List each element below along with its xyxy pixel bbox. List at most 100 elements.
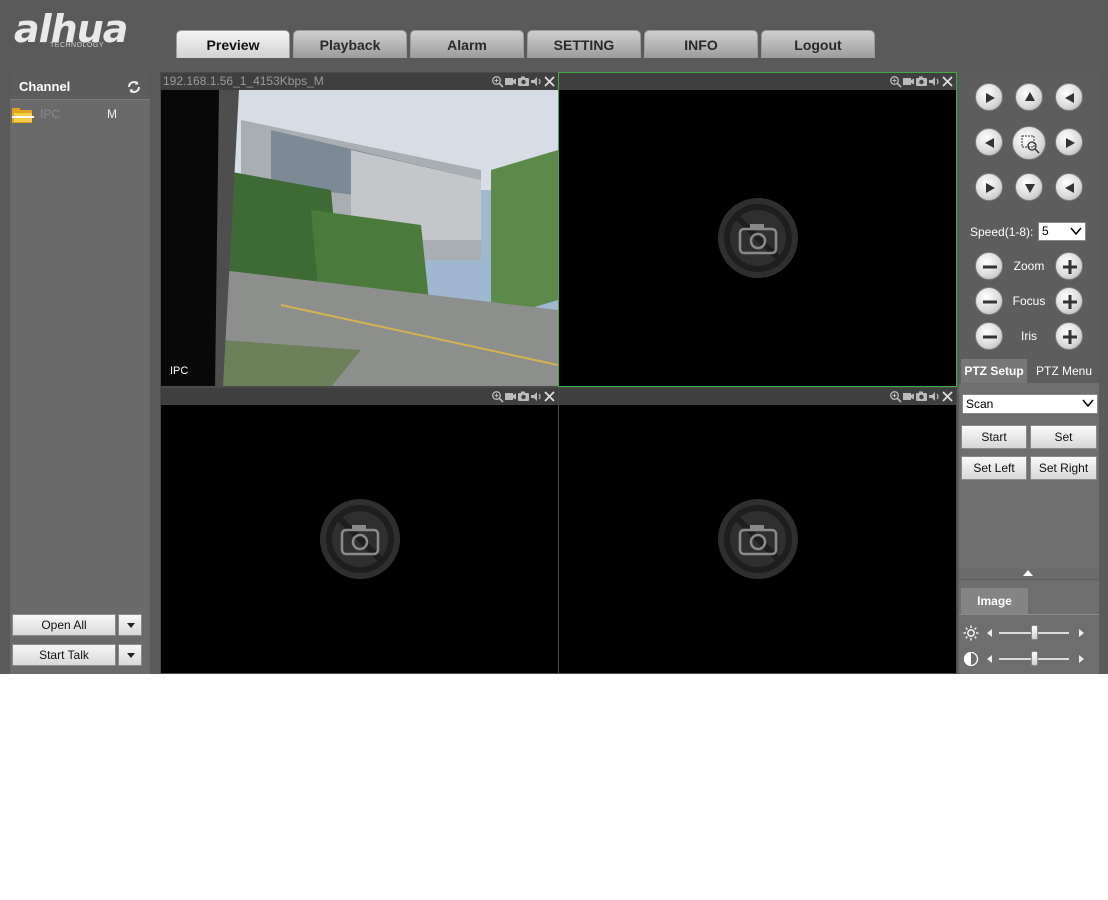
focus-label: Focus — [1012, 294, 1046, 308]
contrast-decrease-arrow[interactable] — [987, 655, 992, 663]
video-feed[interactable]: IPC — [161, 90, 558, 386]
contrast-increase-arrow[interactable] — [1079, 655, 1084, 663]
channel-name: IPC — [40, 107, 61, 121]
chevron-down-icon — [1070, 227, 1082, 236]
contrast-icon — [963, 651, 979, 667]
zoom-icon[interactable] — [491, 390, 504, 403]
ptz-down-button[interactable] — [1015, 173, 1043, 201]
ptz-down-left-button[interactable] — [975, 173, 1003, 201]
open-all-control: Open All — [12, 614, 142, 636]
chevron-down-icon — [1082, 399, 1094, 408]
record-icon[interactable] — [902, 75, 915, 88]
tab-image[interactable]: Image — [961, 588, 1028, 614]
no-camera-icon — [717, 498, 799, 580]
ptz-up-left-button[interactable] — [975, 83, 1003, 111]
speed-value: 5 — [1042, 224, 1049, 238]
pane-icons — [889, 75, 954, 88]
snapshot-icon[interactable] — [517, 390, 530, 403]
collapse-toggle[interactable] — [959, 569, 1099, 579]
divider — [959, 614, 1099, 615]
brightness-increase-arrow[interactable] — [1079, 629, 1084, 637]
video-feed[interactable] — [559, 405, 956, 673]
ptz-left-button[interactable] — [975, 128, 1003, 156]
ptz-tabs: PTZ Setup PTZ Menu — [959, 359, 1099, 383]
contrast-row — [959, 650, 1099, 668]
arrow-down-right-icon — [1065, 183, 1074, 193]
video-pane-3[interactable] — [160, 387, 559, 674]
channel-item[interactable]: IPC M — [10, 102, 150, 124]
ptz-mode-value: Scan — [966, 397, 994, 411]
tab-logout[interactable]: Logout — [761, 30, 875, 58]
pane-icons — [889, 390, 954, 403]
arrow-down-icon — [1025, 184, 1035, 193]
snapshot-icon[interactable] — [517, 75, 530, 88]
plus-icon — [1063, 260, 1077, 274]
brightness-slider-thumb[interactable] — [1031, 625, 1038, 640]
ptz-mode-select[interactable]: Scan — [962, 394, 1098, 414]
contrast-slider-thumb[interactable] — [1031, 651, 1038, 666]
logo: alhua TECHNOLOGY — [14, 8, 154, 56]
arrow-up-icon — [1025, 92, 1035, 101]
audio-icon[interactable] — [530, 390, 543, 403]
record-icon[interactable] — [504, 390, 517, 403]
pane-icons — [491, 390, 556, 403]
start-talk-control: Start Talk — [12, 644, 142, 666]
open-all-dropdown[interactable] — [118, 614, 142, 636]
app-window: alhua TECHNOLOGY Preview Playback Alarm … — [0, 0, 1108, 674]
ptz-right-button[interactable] — [1055, 128, 1083, 156]
zoom-icon[interactable] — [889, 390, 902, 403]
ptz-down-right-button[interactable] — [1055, 173, 1083, 201]
brightness-icon — [963, 625, 979, 641]
open-all-button[interactable]: Open All — [12, 614, 116, 636]
snapshot-icon[interactable] — [915, 390, 928, 403]
pane-toolbar — [559, 73, 956, 90]
focus-far-button[interactable] — [1055, 287, 1083, 315]
ptz-panel: Speed(1-8): 5 Zoom Focus Iris PTZ Setup … — [959, 72, 1099, 674]
audio-icon[interactable] — [530, 75, 543, 88]
brightness-decrease-arrow[interactable] — [987, 629, 992, 637]
zoom-icon[interactable] — [889, 75, 902, 88]
tab-alarm[interactable]: Alarm — [410, 30, 524, 58]
speed-select[interactable]: 5 — [1038, 222, 1086, 241]
audio-icon[interactable] — [928, 390, 941, 403]
tab-info[interactable]: INFO — [644, 30, 758, 58]
refresh-icon[interactable] — [125, 78, 143, 96]
zoom-in-button[interactable] — [1055, 252, 1083, 280]
close-icon[interactable] — [941, 390, 954, 403]
record-icon[interactable] — [504, 75, 517, 88]
ptz-set-left-button[interactable]: Set Left — [961, 456, 1027, 480]
zoom-icon[interactable] — [491, 75, 504, 88]
ptz-set-button[interactable]: Set — [1030, 425, 1097, 449]
tab-playback[interactable]: Playback — [293, 30, 407, 58]
video-feed[interactable] — [161, 405, 558, 673]
video-pane-4[interactable] — [558, 387, 957, 674]
channel-stream[interactable]: M — [107, 107, 117, 121]
tab-ptz-setup[interactable]: PTZ Setup — [961, 359, 1027, 383]
close-icon[interactable] — [941, 75, 954, 88]
audio-icon[interactable] — [928, 75, 941, 88]
tab-preview[interactable]: Preview — [176, 30, 290, 58]
close-icon[interactable] — [543, 75, 556, 88]
ptz-set-right-button[interactable]: Set Right — [1030, 456, 1097, 480]
tab-setting[interactable]: SETTING — [527, 30, 641, 58]
pane-toolbar — [161, 388, 558, 405]
iris-open-button[interactable] — [1055, 322, 1083, 350]
camera-image — [161, 90, 558, 386]
ptz-auto-focus-button[interactable] — [1012, 126, 1046, 160]
arrow-up-left-icon — [986, 93, 995, 103]
no-camera-icon — [319, 498, 401, 580]
start-talk-dropdown[interactable] — [118, 644, 142, 666]
snapshot-icon[interactable] — [915, 75, 928, 88]
ptz-up-right-button[interactable] — [1055, 83, 1083, 111]
close-icon[interactable] — [543, 390, 556, 403]
pane-toolbar — [559, 388, 956, 405]
video-pane-2[interactable] — [558, 72, 957, 387]
start-talk-button[interactable]: Start Talk — [12, 644, 116, 666]
ptz-start-button[interactable]: Start — [961, 425, 1027, 449]
ptz-up-button[interactable] — [1015, 83, 1043, 111]
channel-title: Channel — [19, 79, 71, 94]
video-feed[interactable] — [559, 90, 956, 386]
video-pane-1[interactable]: 192.168.1.56_1_4153Kbps_M IPC — [160, 72, 559, 387]
record-icon[interactable] — [902, 390, 915, 403]
tab-ptz-menu[interactable]: PTZ Menu — [1031, 359, 1097, 383]
